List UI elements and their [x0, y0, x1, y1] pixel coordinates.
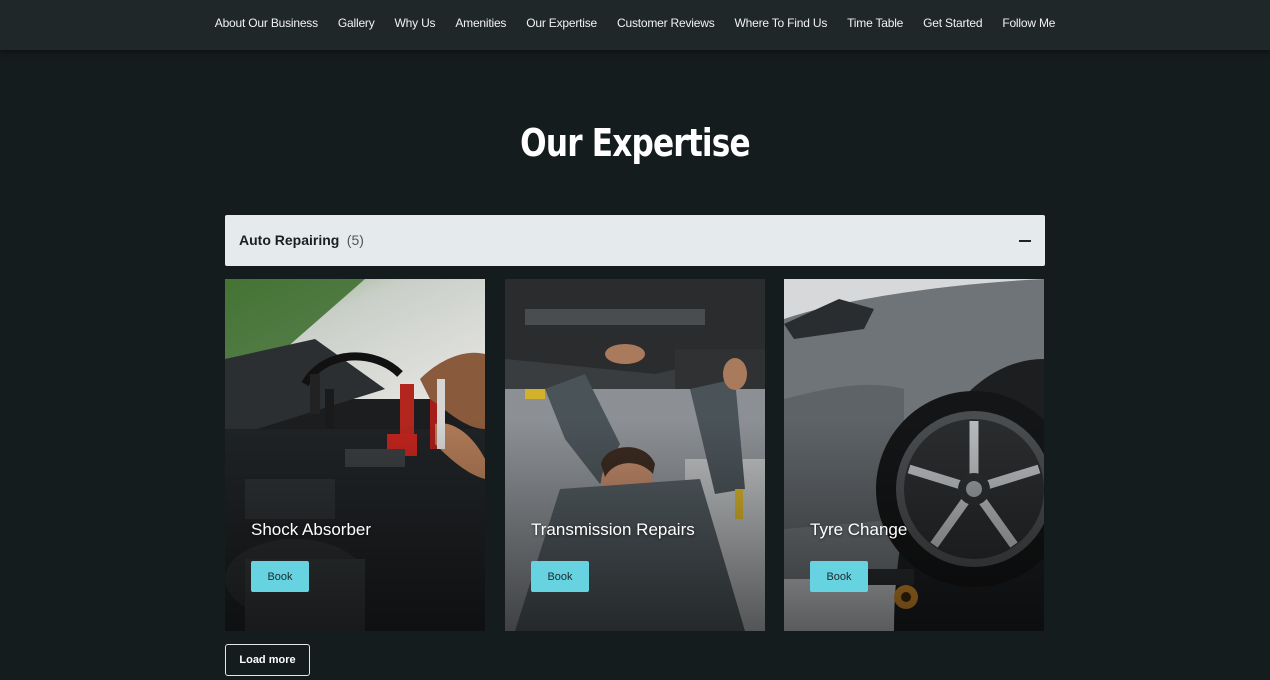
nav-link-time-table[interactable]: Time Table [847, 16, 903, 30]
nav-item-where-to-find-us: Where To Find Us [735, 14, 828, 32]
nav-item-time-table: Time Table [847, 14, 903, 32]
nav-item-gallery: Gallery [338, 14, 375, 32]
nav-link-follow-me[interactable]: Follow Me [1002, 16, 1055, 30]
nav-link-our-expertise[interactable]: Our Expertise [526, 16, 597, 30]
card-title: Tyre Change [810, 520, 908, 539]
nav-link-about[interactable]: About Our Business [215, 16, 318, 30]
card-title: Transmission Repairs [531, 520, 695, 539]
nav-item-get-started: Get Started [923, 14, 982, 32]
card-title: Shock Absorber [251, 520, 372, 539]
service-card[interactable]: Transmission Repairs Book [505, 279, 765, 631]
nav-item-follow-me: Follow Me [1002, 14, 1055, 32]
section-title: Our Expertise [520, 121, 750, 165]
nav-item-about: About Our Business [215, 14, 318, 32]
service-card[interactable]: Shock Absorber Book [225, 279, 485, 631]
nav-item-amenities: Amenities [455, 14, 506, 32]
nav-link-customer-reviews[interactable]: Customer Reviews [617, 16, 715, 30]
load-more-button[interactable]: Load more [225, 644, 310, 676]
book-button[interactable]: Book [810, 561, 868, 592]
service-card[interactable]: Tyre Change Book [784, 279, 1044, 631]
nav-link-gallery[interactable]: Gallery [338, 16, 375, 30]
nav-link-why-us[interactable]: Why Us [395, 16, 436, 30]
top-navigation: About Our Business Gallery Why Us Amenit… [0, 0, 1270, 50]
service-cards: Shock Absorber Book Transmission Repairs… [225, 279, 1045, 631]
nav-link-where-to-find-us[interactable]: Where To Find Us [735, 16, 828, 30]
nav-link-amenities[interactable]: Amenities [455, 16, 506, 30]
accordion-header-auto-repairing[interactable]: Auto Repairing (5) [225, 215, 1045, 266]
minus-icon[interactable] [1019, 239, 1031, 242]
nav-link-get-started[interactable]: Get Started [923, 16, 982, 30]
accordion-label: Auto Repairing [239, 231, 340, 248]
accordion-title: Auto Repairing (5) [239, 232, 364, 250]
nav-item-why-us: Why Us [395, 14, 436, 32]
book-button[interactable]: Book [531, 561, 589, 592]
book-button[interactable]: Book [251, 561, 309, 592]
nav-item-our-expertise: Our Expertise [526, 14, 597, 32]
nav-item-customer-reviews: Customer Reviews [617, 14, 715, 32]
accordion-count: (5) [346, 231, 364, 248]
